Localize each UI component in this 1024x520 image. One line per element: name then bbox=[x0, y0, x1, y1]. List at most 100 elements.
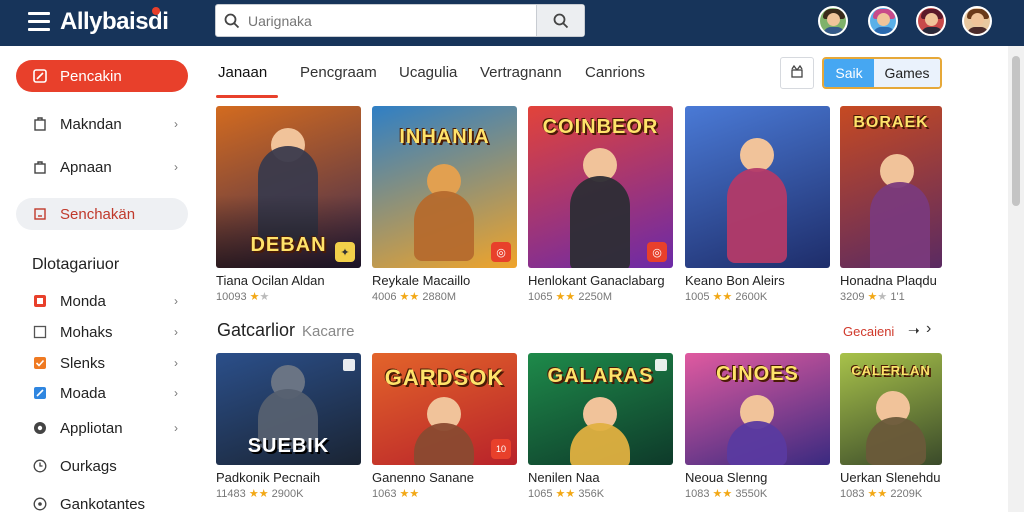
badge-icon: 10 bbox=[491, 439, 511, 459]
game-name: Padkonik Pecnaih bbox=[216, 470, 321, 485]
avatar[interactable] bbox=[868, 6, 898, 36]
scrollbar[interactable] bbox=[1008, 46, 1024, 512]
game-meta: 1005 ★★ 2600K bbox=[685, 291, 768, 303]
search-icon bbox=[216, 5, 248, 36]
avatar[interactable] bbox=[916, 6, 946, 36]
avatar[interactable] bbox=[962, 6, 992, 36]
top-bar: Allybaisdi bbox=[0, 0, 1024, 46]
character-art bbox=[727, 168, 787, 263]
game-card[interactable]: SUEBIK Padkonik Pecnaih 11483 ★★ 2900K bbox=[216, 353, 361, 500]
character-art bbox=[570, 176, 630, 268]
game-thumbnail: CALERLAN bbox=[840, 353, 942, 465]
game-thumbnail: SUEBIK bbox=[216, 353, 361, 465]
sidebar-category[interactable]: Moada › bbox=[16, 377, 188, 409]
game-title-art: INHANIA bbox=[399, 126, 490, 148]
sidebar-category[interactable]: Monda › bbox=[16, 285, 188, 317]
game-name: Honadna Plaqdu bbox=[840, 273, 937, 288]
game-name: Reykale Macaillo bbox=[372, 273, 471, 288]
game-thumbnail bbox=[685, 106, 830, 268]
section-subtitle: Kacarre bbox=[302, 323, 355, 340]
game-card[interactable]: CINOES Neoua Slenng 1083 ★★ 3550K bbox=[685, 353, 830, 500]
tab-1[interactable]: Janaan bbox=[218, 64, 267, 81]
bag-icon bbox=[32, 159, 48, 175]
sidebar-category[interactable]: Appliotan › bbox=[16, 412, 188, 444]
game-thumbnail: COINBEOR ◎ bbox=[528, 106, 673, 268]
gift-button[interactable] bbox=[780, 57, 814, 89]
game-name: Nenilen Naa bbox=[528, 470, 600, 485]
tab-3[interactable]: Ucagulia bbox=[399, 64, 457, 81]
tab-2[interactable]: Pencgraam bbox=[300, 64, 377, 81]
view-toggle: Saik Games bbox=[822, 57, 942, 89]
toggle-option-games[interactable]: Games bbox=[874, 59, 940, 87]
character-art bbox=[570, 423, 630, 465]
game-title-art: BORAEK bbox=[853, 114, 929, 131]
game-title-art: CINOES bbox=[716, 363, 799, 385]
game-card[interactable]: GARDSOK 10 Ganenno Sanane 1063 ★★ bbox=[372, 353, 517, 500]
sidebar-category[interactable]: Mohaks › bbox=[16, 316, 188, 348]
game-meta: 10093 ★★ bbox=[216, 291, 270, 303]
game-meta: 1065 ★★ 356K bbox=[528, 488, 605, 500]
clock-icon bbox=[32, 458, 48, 474]
character-art bbox=[866, 417, 926, 465]
sidebar-category[interactable]: Ourkags bbox=[16, 450, 188, 482]
search-input[interactable] bbox=[248, 5, 536, 36]
menu-icon[interactable] bbox=[28, 12, 50, 32]
see-all-link[interactable]: Gecaieni bbox=[843, 324, 894, 339]
game-card[interactable]: CALERLAN Uerkan Slenehdu 1083 ★★ 2209K bbox=[840, 353, 942, 500]
game-title-art: GARDSOK bbox=[384, 365, 505, 390]
game-name: Tiana Ocilan Aldan bbox=[216, 273, 325, 288]
chevron-right-icon: › bbox=[174, 421, 178, 435]
game-thumbnail: CINOES bbox=[685, 353, 830, 465]
gear-icon bbox=[32, 420, 48, 436]
next-button[interactable]: › bbox=[926, 320, 931, 338]
game-meta: 3209 ★★ 1'1 bbox=[840, 291, 905, 303]
chevron-right-icon: › bbox=[174, 386, 178, 400]
sidebar-item-3[interactable]: Senchakän bbox=[16, 198, 188, 230]
game-title-art: DEBAN bbox=[250, 234, 327, 256]
arrow-right-icon: ➝ bbox=[908, 322, 920, 338]
game-thumbnail: DEBAN ✦ bbox=[216, 106, 361, 268]
tab-5[interactable]: Canrions bbox=[585, 64, 645, 81]
badge-icon: ✦ bbox=[335, 242, 355, 262]
character-art bbox=[740, 138, 774, 172]
game-card[interactable]: COINBEOR ◎ Henlokant Ganaclabarg 1065 ★★… bbox=[528, 106, 673, 303]
sidebar-item-label: Appliotan bbox=[60, 419, 123, 437]
badge-icon bbox=[343, 359, 355, 371]
search-button[interactable] bbox=[536, 5, 584, 36]
tag-icon bbox=[32, 68, 48, 84]
box-icon bbox=[32, 324, 48, 340]
game-name: Uerkan Slenehdu bbox=[840, 470, 941, 485]
sidebar-item-label: Pencakin bbox=[60, 67, 122, 85]
sidebar-item-2[interactable]: Apnaan › bbox=[16, 151, 188, 183]
game-card[interactable]: GALARAS Nenilen Naa 1065 ★★ 356K bbox=[528, 353, 673, 500]
game-card[interactable]: INHANIA ◎ Reykale Macaillo 4006 ★★ 2880M bbox=[372, 106, 517, 303]
game-title-art: COINBEOR bbox=[542, 116, 659, 138]
toggle-option-left[interactable]: Saik bbox=[824, 59, 874, 87]
game-name: Keano Bon Aleirs bbox=[685, 273, 785, 288]
sidebar-item-1[interactable]: Makndan › bbox=[16, 108, 188, 140]
game-meta: 1065 ★★ 2250M bbox=[528, 291, 612, 303]
sidebar: Pencakin Makndan › Apnaan › Senchakän Dl… bbox=[0, 46, 200, 513]
sidebar-item-label: Ourkags bbox=[60, 457, 117, 475]
game-title-art: GALARAS bbox=[547, 365, 654, 387]
sidebar-category[interactable]: Slenks › bbox=[16, 347, 188, 379]
tab-4[interactable]: Vertragnann bbox=[480, 64, 562, 81]
game-card[interactable]: Keano Bon Aleirs 1005 ★★ 2600K bbox=[685, 106, 830, 303]
chevron-right-icon: › bbox=[174, 160, 178, 174]
sidebar-category[interactable]: Gankotantes bbox=[16, 488, 188, 520]
check-icon bbox=[32, 355, 48, 371]
game-thumbnail: GARDSOK 10 bbox=[372, 353, 517, 465]
game-card[interactable]: BORAEK Honadna Plaqdu 3209 ★★ 1'1 bbox=[840, 106, 942, 303]
avatar[interactable] bbox=[818, 6, 848, 36]
chevron-right-icon: › bbox=[174, 325, 178, 339]
grid-icon bbox=[32, 293, 48, 309]
sidebar-heading: Dlotagariuor bbox=[32, 256, 120, 273]
game-card[interactable]: DEBAN ✦ Tiana Ocilan Aldan 10093 ★★ bbox=[216, 106, 361, 303]
game-meta: 1063 ★★ bbox=[372, 488, 420, 500]
scrollbar-thumb[interactable] bbox=[1012, 56, 1020, 206]
game-meta: 1083 ★★ 3550K bbox=[685, 488, 768, 500]
sidebar-item-primary[interactable]: Pencakin bbox=[16, 60, 188, 92]
circle-icon bbox=[32, 496, 48, 512]
notification-dot bbox=[152, 7, 160, 15]
game-thumbnail: INHANIA ◎ bbox=[372, 106, 517, 268]
